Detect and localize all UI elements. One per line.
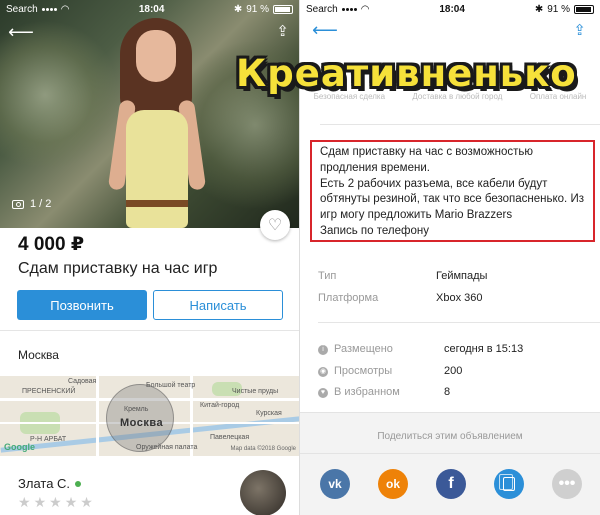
property-value: Геймпады [436, 270, 488, 282]
listing-city: Москва [18, 348, 59, 362]
description-line: игр могу предложить Mario Brazzers [320, 209, 513, 222]
back-to-app-label[interactable]: Search [6, 4, 38, 15]
signal-icon [341, 7, 357, 11]
property-value: Xbox 360 [436, 292, 483, 304]
status-time: 18:04 [439, 3, 465, 15]
description-line: обтянуты резиной, так что все безопаснен… [320, 193, 584, 206]
call-button[interactable]: Позвонить [17, 290, 147, 320]
divider [300, 453, 600, 454]
back-arrow-icon[interactable]: ⟵ [8, 22, 34, 43]
favorite-heart-button[interactable]: ♡ [260, 210, 290, 240]
map-copyright: Map data ©2018 Google [230, 446, 296, 452]
camera-icon [12, 199, 24, 209]
share-icon[interactable]: ⇪ [276, 22, 289, 40]
description-line: Есть 2 рабочих разъема, все кабели будут [320, 177, 548, 190]
map-label: Курская [256, 410, 282, 417]
battery-icon [273, 4, 293, 14]
wifi-icon: ◠ [360, 3, 370, 15]
stat-value: 200 [444, 365, 463, 377]
wifi-icon: ◠ [60, 3, 70, 15]
copy-icon [499, 474, 515, 491]
eye-icon: ◉ [318, 367, 328, 377]
battery-icon [574, 4, 594, 14]
map-label: Садовая [68, 378, 97, 385]
vk-icon: vk [328, 477, 342, 491]
caption-banner: Креативненько [236, 52, 577, 95]
back-to-app-label[interactable]: Search [306, 4, 338, 15]
info-icon: i [318, 345, 328, 355]
map-label: Москва [120, 417, 164, 429]
online-status-dot [75, 480, 82, 487]
stat-value: сегодня в 15:13 [444, 343, 524, 355]
property-label: Платформа [318, 292, 379, 304]
star-icon: ★ [18, 494, 31, 510]
map-label: Кремль [124, 406, 149, 413]
listing-price: 4 000 ₽ [18, 234, 85, 255]
listing-title: Сдам приставку на час игр [18, 260, 218, 277]
map-label: Чистые пруды [232, 388, 279, 395]
signal-icon [41, 7, 57, 11]
more-share-button[interactable]: ••• [552, 469, 582, 499]
photo-counter: 1 / 2 [12, 198, 51, 210]
google-logo: Google [4, 442, 35, 452]
ok-share-button[interactable]: ok [378, 469, 408, 499]
more-dots-icon: ••• [558, 475, 576, 492]
share-icon[interactable]: ⇪ [573, 21, 586, 39]
seller-avatar[interactable] [240, 470, 286, 515]
bluetooth-icon: ✱ [233, 3, 243, 15]
description-line: продления времени. [320, 161, 430, 174]
listing-photo[interactable] [0, 0, 299, 228]
map-label: Оружейная палата [136, 444, 198, 451]
heart-icon: ♥ [318, 388, 328, 398]
map-road [96, 376, 99, 456]
stat-label: В избранном [334, 386, 400, 398]
seller-info[interactable]: Злата С. [18, 476, 82, 491]
description-line: Запись по телефону [320, 224, 429, 237]
status-bar: Search ◠ 18:04 ✱ 91 % [300, 0, 600, 18]
description-line: Сдам приставку на час с возможностью [320, 146, 534, 158]
vk-share-button[interactable]: vk [320, 469, 350, 499]
status-time: 18:04 [138, 3, 165, 15]
share-title: Поделиться этим объявлением [377, 431, 523, 442]
bluetooth-icon: ✱ [534, 3, 544, 15]
map-label: Китай-город [200, 402, 240, 409]
star-icon: ★ [49, 494, 62, 510]
seller-name: Злата С. [18, 476, 71, 491]
star-icon: ★ [80, 494, 93, 510]
nav-bar: ⟵ ⇪ [300, 18, 600, 48]
facebook-icon: f [448, 475, 454, 492]
copy-link-button[interactable] [494, 469, 524, 499]
map-label: ПРЕСНЕНСКИЙ [22, 388, 76, 395]
map-label: Большой театр [146, 382, 196, 389]
stat-label: Размещено [334, 343, 393, 355]
photo-counter-text: 1 / 2 [30, 198, 52, 210]
write-message-button[interactable]: Написать [153, 290, 283, 320]
facebook-share-button[interactable]: f [436, 469, 466, 499]
map-label: Павелецкая [210, 434, 250, 441]
property-label: Тип [318, 270, 337, 282]
location-map[interactable]: Большой театр Кремль Москва ПРЕСНЕНСКИЙ … [0, 376, 299, 456]
photo-subject [107, 14, 207, 228]
star-icon: ★ [33, 494, 47, 510]
back-arrow-icon[interactable]: ⟵ [312, 20, 338, 41]
stat-value: 8 [444, 386, 451, 398]
divider [0, 330, 299, 331]
divider [318, 322, 600, 323]
star-icon: ★ [64, 494, 78, 510]
share-panel: Поделиться этим объявлением vk ok f ••• [300, 412, 600, 515]
stat-label: Просмотры [334, 365, 393, 377]
divider [320, 124, 600, 125]
battery-percent: 91 % [547, 3, 570, 15]
listing-description: Сдам приставку на час с возможностью про… [310, 140, 595, 242]
status-bar: Search ◠ 18:04 ✱ 91 % [0, 0, 299, 18]
odnoklassniki-icon: ok [385, 477, 400, 491]
battery-percent: 91 % [246, 3, 269, 15]
map-label: Р-Н АРБАТ [30, 436, 67, 443]
seller-rating: ★ ★ ★ ★ ★ [18, 494, 93, 511]
